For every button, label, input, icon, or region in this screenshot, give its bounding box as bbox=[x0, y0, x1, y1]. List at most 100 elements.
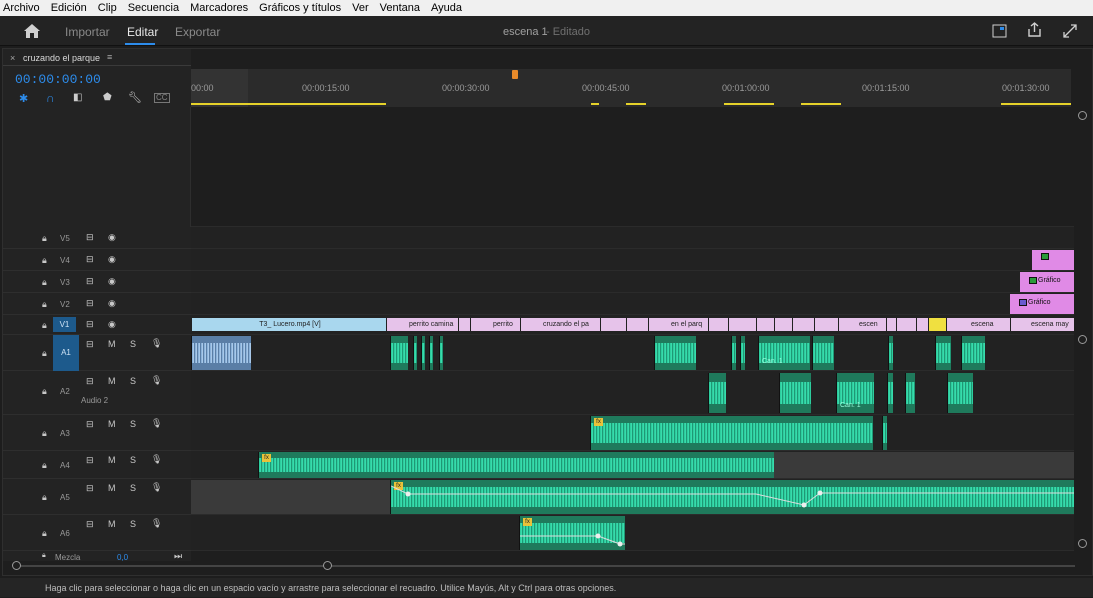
tab-editar[interactable]: Editar bbox=[127, 25, 158, 39]
close-tab-icon[interactable]: × bbox=[10, 53, 15, 63]
audio-clip[interactable] bbox=[887, 373, 893, 413]
panel-menu-icon[interactable]: ≡ bbox=[107, 52, 112, 62]
lock-icon[interactable]: 🔒︎ bbox=[42, 386, 47, 397]
audio-clip[interactable]: fx bbox=[390, 480, 1074, 514]
audio-clip[interactable] bbox=[888, 336, 893, 370]
lock-icon[interactable]: 🔒︎ bbox=[42, 460, 47, 471]
eye-icon[interactable]: ◉ bbox=[108, 319, 116, 330]
lock-icon[interactable]: 🔒︎ bbox=[42, 528, 47, 539]
solo-button[interactable]: S bbox=[130, 376, 136, 386]
mix-end-icon[interactable]: ⏭︎ bbox=[174, 551, 182, 561]
nest-icon[interactable]: ✱ bbox=[19, 92, 28, 105]
share-icon[interactable] bbox=[1027, 22, 1042, 38]
solo-button[interactable]: S bbox=[130, 455, 136, 465]
menu-graficos[interactable]: Gráficos y títulos bbox=[259, 2, 341, 14]
video-clip[interactable] bbox=[928, 318, 946, 331]
lock-icon[interactable]: 🔒︎ bbox=[42, 277, 47, 288]
volume-keyframes[interactable] bbox=[391, 480, 1074, 514]
lock-icon[interactable]: 🔒︎ bbox=[42, 233, 47, 244]
playhead-marker[interactable] bbox=[512, 70, 518, 79]
audio-clip[interactable] bbox=[961, 336, 985, 370]
audio-clip[interactable] bbox=[740, 336, 745, 370]
menu-marcadores[interactable]: Marcadores bbox=[190, 2, 248, 14]
eye-icon[interactable]: ◉ bbox=[108, 254, 116, 265]
video-clip[interactable] bbox=[600, 318, 626, 331]
audio-clip[interactable] bbox=[935, 336, 951, 370]
video-clip[interactable]: escen bbox=[838, 318, 886, 331]
sync-icon[interactable]: ⊟ bbox=[86, 298, 94, 309]
lock-icon[interactable]: 🔒︎ bbox=[42, 428, 47, 439]
audio-clip[interactable] bbox=[390, 336, 408, 370]
scroll-handle[interactable] bbox=[1078, 539, 1087, 548]
audio-clip[interactable] bbox=[905, 373, 915, 413]
audio-clip[interactable] bbox=[708, 373, 726, 413]
menu-secuencia[interactable]: Secuencia bbox=[128, 2, 179, 14]
captions-icon[interactable]: CC bbox=[154, 93, 170, 103]
horizontal-scrollbar[interactable] bbox=[8, 561, 1078, 571]
audio-clip[interactable]: fx bbox=[590, 416, 873, 450]
video-clip[interactable] bbox=[626, 318, 648, 331]
video-clip[interactable] bbox=[896, 318, 916, 331]
audio-clip[interactable] bbox=[439, 336, 443, 370]
lock-icon[interactable]: 🔒︎ bbox=[42, 552, 46, 560]
audio-clip[interactable]: Can. 1 bbox=[836, 373, 874, 413]
solo-button[interactable]: S bbox=[130, 483, 136, 493]
sync-icon[interactable]: ⊟ bbox=[86, 276, 94, 287]
mic-icon[interactable]: 🎙︎ bbox=[151, 418, 162, 429]
mute-button[interactable]: M bbox=[108, 483, 116, 493]
scroll-handle[interactable] bbox=[12, 561, 21, 570]
lock-icon[interactable]: 🔒︎ bbox=[42, 299, 47, 310]
video-clip[interactable] bbox=[916, 318, 928, 331]
audio-clip[interactable] bbox=[779, 373, 811, 413]
video-clip[interactable] bbox=[458, 318, 470, 331]
scroll-handle[interactable] bbox=[323, 561, 332, 570]
lane-v5[interactable] bbox=[191, 227, 1074, 249]
track-label[interactable]: A1 bbox=[53, 335, 79, 371]
scroll-handle[interactable] bbox=[1078, 111, 1087, 120]
volume-keyframes[interactable] bbox=[520, 516, 625, 550]
sync-icon[interactable]: ⊟ bbox=[86, 319, 94, 330]
video-clip[interactable] bbox=[708, 318, 728, 331]
playhead-timecode[interactable]: 00:00:00:00 bbox=[15, 72, 101, 87]
audio-clip[interactable] bbox=[413, 336, 417, 370]
audio-clip[interactable] bbox=[421, 336, 425, 370]
sync-icon[interactable]: ⊟ bbox=[86, 519, 94, 530]
video-clip[interactable]: perrito camina bbox=[386, 318, 458, 331]
menu-edicion[interactable]: Edición bbox=[51, 2, 87, 14]
quick-export-icon[interactable] bbox=[992, 24, 1007, 38]
sync-icon[interactable]: ⊟ bbox=[86, 455, 94, 466]
snap-icon[interactable]: ∩ bbox=[46, 91, 55, 105]
lane-v2[interactable] bbox=[191, 293, 1074, 315]
tab-importar[interactable]: Importar bbox=[65, 25, 110, 39]
wrench-icon[interactable]: 🔧︎ bbox=[128, 91, 142, 104]
tab-exportar[interactable]: Exportar bbox=[175, 25, 220, 39]
graphic-clip[interactable] bbox=[1032, 250, 1074, 270]
audio-clip[interactable] bbox=[731, 336, 736, 370]
video-clip[interactable] bbox=[774, 318, 792, 331]
lock-icon[interactable]: 🔒︎ bbox=[42, 255, 47, 266]
menu-ventana[interactable]: Ventana bbox=[380, 2, 420, 14]
video-clip[interactable] bbox=[756, 318, 774, 331]
sync-icon[interactable]: ⊟ bbox=[86, 483, 94, 494]
audio-clip[interactable] bbox=[429, 336, 433, 370]
mic-icon[interactable]: 🎙︎ bbox=[151, 518, 162, 529]
solo-button[interactable]: S bbox=[130, 519, 136, 529]
vertical-scrollbar[interactable] bbox=[1074, 107, 1092, 551]
menu-clip[interactable]: Clip bbox=[98, 2, 117, 14]
eye-icon[interactable]: ◉ bbox=[108, 276, 116, 287]
mute-button[interactable]: M bbox=[108, 376, 116, 386]
mute-button[interactable]: M bbox=[108, 419, 116, 429]
mic-icon[interactable]: 🎙︎ bbox=[151, 454, 162, 465]
menu-ver[interactable]: Ver bbox=[352, 2, 369, 14]
home-icon[interactable] bbox=[23, 23, 41, 39]
mic-icon[interactable]: 🎙︎ bbox=[151, 338, 162, 349]
sync-icon[interactable]: ⊟ bbox=[86, 254, 94, 265]
menu-ayuda[interactable]: Ayuda bbox=[431, 2, 462, 14]
linked-selection-icon[interactable]: ◧ bbox=[73, 92, 82, 103]
video-clip[interactable] bbox=[814, 318, 838, 331]
video-clip[interactable]: escena bbox=[946, 318, 1010, 331]
solo-button[interactable]: S bbox=[130, 339, 136, 349]
lock-icon[interactable]: 🔒︎ bbox=[42, 492, 47, 503]
audio-clip[interactable]: fx bbox=[258, 452, 774, 478]
video-clip[interactable]: escena may bbox=[1010, 318, 1074, 331]
